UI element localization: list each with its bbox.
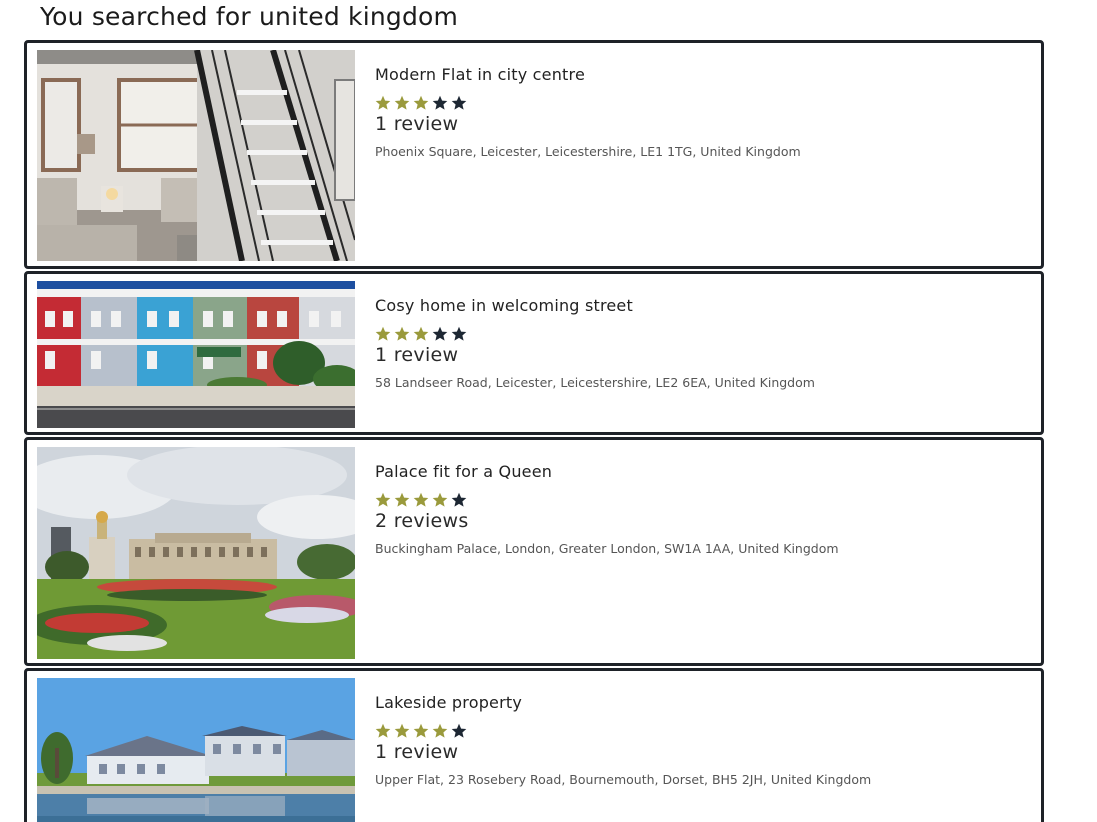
result-address: 58 Landseer Road, Leicester, Leicestersh… (375, 375, 815, 390)
star-rating (375, 723, 871, 739)
result-title[interactable]: Palace fit for a Queen (375, 462, 839, 481)
star-filled-icon (394, 723, 410, 738)
star-filled-icon (413, 95, 429, 110)
star-filled-icon (394, 492, 410, 507)
lakeside-houses-photo[interactable] (37, 678, 355, 822)
review-count[interactable]: 1 review (375, 344, 815, 366)
review-count[interactable]: 1 review (375, 741, 871, 763)
result-info: Lakeside property 1 review Upper Flat, 2… (375, 693, 871, 787)
result-card[interactable]: Palace fit for a Queen 2 reviews Bucking… (24, 437, 1044, 666)
star-filled-icon (375, 492, 391, 507)
result-address: Upper Flat, 23 Rosebery Road, Bournemout… (375, 772, 872, 787)
search-heading: You searched for united kingdom (40, 2, 459, 31)
star-empty-icon (451, 95, 467, 110)
result-info: Cosy home in welcoming street 1 review 5… (375, 296, 815, 390)
result-info: Palace fit for a Queen 2 reviews Bucking… (375, 462, 839, 556)
review-count[interactable]: 2 reviews (375, 510, 839, 532)
star-rating (375, 95, 801, 111)
result-title[interactable]: Cosy home in welcoming street (375, 296, 815, 315)
result-address: Phoenix Square, Leicester, Leicestershir… (375, 144, 801, 159)
result-card[interactable]: Lakeside property 1 review Upper Flat, 2… (24, 668, 1044, 822)
result-address: Buckingham Palace, London, Greater Londo… (375, 541, 839, 556)
result-info: Modern Flat in city centre 1 review Phoe… (375, 65, 801, 159)
star-filled-icon (375, 326, 391, 341)
interior-with-staircase-photo[interactable] (37, 50, 355, 261)
search-results-page: You searched for united kingdom Modern F… (0, 0, 1097, 822)
star-rating (375, 326, 815, 342)
star-filled-icon (432, 723, 448, 738)
star-empty-icon (432, 95, 448, 110)
star-filled-icon (413, 492, 429, 507)
palace-with-gardens-photo[interactable] (37, 447, 355, 659)
result-card[interactable]: Cosy home in welcoming street 1 review 5… (24, 271, 1044, 435)
result-title[interactable]: Lakeside property (375, 693, 871, 712)
star-filled-icon (375, 723, 391, 738)
star-empty-icon (451, 326, 467, 341)
star-filled-icon (413, 326, 429, 341)
star-empty-icon (451, 492, 467, 507)
star-filled-icon (375, 95, 391, 110)
star-empty-icon (432, 326, 448, 341)
star-filled-icon (394, 326, 410, 341)
colorful-terraced-houses-photo[interactable] (37, 281, 355, 428)
star-filled-icon (394, 95, 410, 110)
star-rating (375, 492, 839, 508)
result-card[interactable]: Modern Flat in city centre 1 review Phoe… (24, 40, 1044, 269)
result-title[interactable]: Modern Flat in city centre (375, 65, 801, 84)
star-empty-icon (451, 723, 467, 738)
review-count[interactable]: 1 review (375, 113, 801, 135)
star-filled-icon (432, 492, 448, 507)
star-filled-icon (413, 723, 429, 738)
